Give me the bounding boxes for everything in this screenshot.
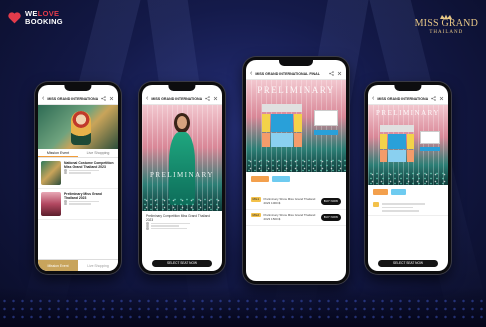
close-icon[interactable]: [109, 96, 114, 101]
event-poster: PRELIMINARY: [142, 105, 222, 211]
phone-seat-overview: ‹ MISS GRAND INTERNATIONAL FINAL PRELIMI…: [365, 82, 451, 274]
share-icon[interactable]: [101, 96, 106, 101]
phone-event-detail: ‹ MISS GRAND INTERNATIONAL FINAL PRELIMI…: [139, 82, 225, 274]
list-item[interactable]: Preliminary Miss Grand Thailand 2023: [38, 189, 118, 220]
ticket-text: Preliminary Show Miss Grand Thailand 202…: [263, 197, 316, 206]
event-name: Preliminary Miss Grand Thailand 2023: [64, 192, 102, 201]
poster-title: PRELIMINARY: [257, 85, 335, 95]
select-seat-button[interactable]: SELECT SEAT NOW: [377, 260, 439, 267]
app-title: MISS GRAND INTERNATIONAL FINAL: [255, 71, 320, 76]
phone-seat-selection: ‹ MISS GRAND INTERNATIONAL FINAL PRELIMI…: [243, 57, 349, 284]
hero-banner: [38, 105, 118, 149]
ticket-text: Preliminary Show Miss Grand Thailand 202…: [263, 212, 316, 222]
ticket-row[interactable]: MG2 Preliminary Show Miss Grand Thailand…: [246, 210, 346, 226]
close-icon[interactable]: [337, 71, 342, 76]
share-icon[interactable]: [329, 71, 334, 76]
app-header: ‹ MISS GRAND INTERNATIONAL FINAL: [142, 93, 222, 105]
zone-legend: [314, 110, 338, 126]
close-icon[interactable]: [439, 96, 444, 101]
list-item[interactable]: National Costume Competition Miss Grand …: [38, 158, 118, 189]
partner-country: THAILAND: [429, 30, 464, 35]
tab-bar: Mission Event Live Shopping: [38, 149, 118, 158]
zone-chip-orange[interactable]: [251, 176, 269, 182]
back-arrow-icon[interactable]: ‹: [250, 70, 252, 77]
footer-live-shopping-button[interactable]: Live Shopping: [78, 260, 118, 271]
partner-name: MISS GRAND: [414, 18, 478, 29]
app-header: ‹ MISS GRAND INTERNATIONAL FINAL: [368, 93, 448, 105]
buy-now-button[interactable]: BUY NOW: [320, 213, 341, 221]
event-thumbnail: [41, 192, 61, 216]
seat-map-poster: PRELIMINARY: [368, 105, 448, 185]
share-icon[interactable]: [205, 96, 210, 101]
app-header: ‹ MISS GRAND INTERNATIONAL FINAL: [38, 93, 118, 105]
zone-chip-blue[interactable]: [272, 176, 290, 182]
poster-title: PRELIMINARY: [150, 171, 214, 179]
buy-now-button[interactable]: BUY NOW: [320, 197, 341, 205]
ticket-row[interactable]: MG1 Preliminary Show Miss Grand Thailand…: [246, 194, 346, 210]
zone-legend: [420, 131, 440, 144]
brand-line2: BOOKING: [25, 17, 63, 26]
zone-chip-orange[interactable]: [373, 189, 388, 195]
bottom-nav: Mission Event Live Shopping: [38, 259, 118, 271]
heart-icon: [8, 12, 21, 24]
seat-map-poster: PRELIMINARY: [246, 80, 346, 172]
miss-grand-logo: MISS GRAND THAILAND: [415, 14, 478, 36]
phone-event-list: ‹ MISS GRAND INTERNATIONAL FINAL Mission…: [35, 82, 121, 274]
event-name: National Costume Competition Miss Grand …: [64, 161, 114, 170]
seat-map[interactable]: [380, 125, 414, 162]
seat-map[interactable]: [262, 104, 302, 147]
zone-chip-blue[interactable]: [391, 189, 406, 195]
select-seat-button[interactable]: SELECT SEAT NOW: [151, 260, 213, 267]
back-arrow-icon[interactable]: ‹: [372, 95, 374, 102]
footer-mission-event-button[interactable]: Mission Event: [38, 260, 78, 271]
event-caption: Preliminary Competition Miss Grand Thail…: [146, 214, 211, 223]
ticket-row[interactable]: [368, 197, 448, 216]
app-title: MISS GRAND INTERNATIONAL FINAL: [151, 96, 202, 101]
ticket-tag: MG2: [251, 212, 261, 218]
app-title: MISS GRAND INTERNATIONAL FINAL: [377, 96, 428, 101]
event-thumbnail: [41, 161, 61, 185]
ticket-tag: MG1: [251, 197, 261, 202]
share-icon[interactable]: [431, 96, 436, 101]
back-arrow-icon[interactable]: ‹: [146, 95, 148, 102]
close-icon[interactable]: [213, 96, 218, 101]
back-arrow-icon[interactable]: ‹: [42, 95, 44, 102]
poster-title: PRELIMINARY: [376, 109, 440, 117]
tab-live-shopping[interactable]: Live Shopping: [78, 149, 118, 157]
tab-mission-event[interactable]: Mission Event: [38, 149, 78, 157]
app-title: MISS GRAND INTERNATIONAL FINAL: [47, 96, 98, 101]
app-header: ‹ MISS GRAND INTERNATIONAL FINAL: [246, 68, 346, 80]
welovebooking-logo: WELOVE BOOKING: [8, 10, 63, 26]
